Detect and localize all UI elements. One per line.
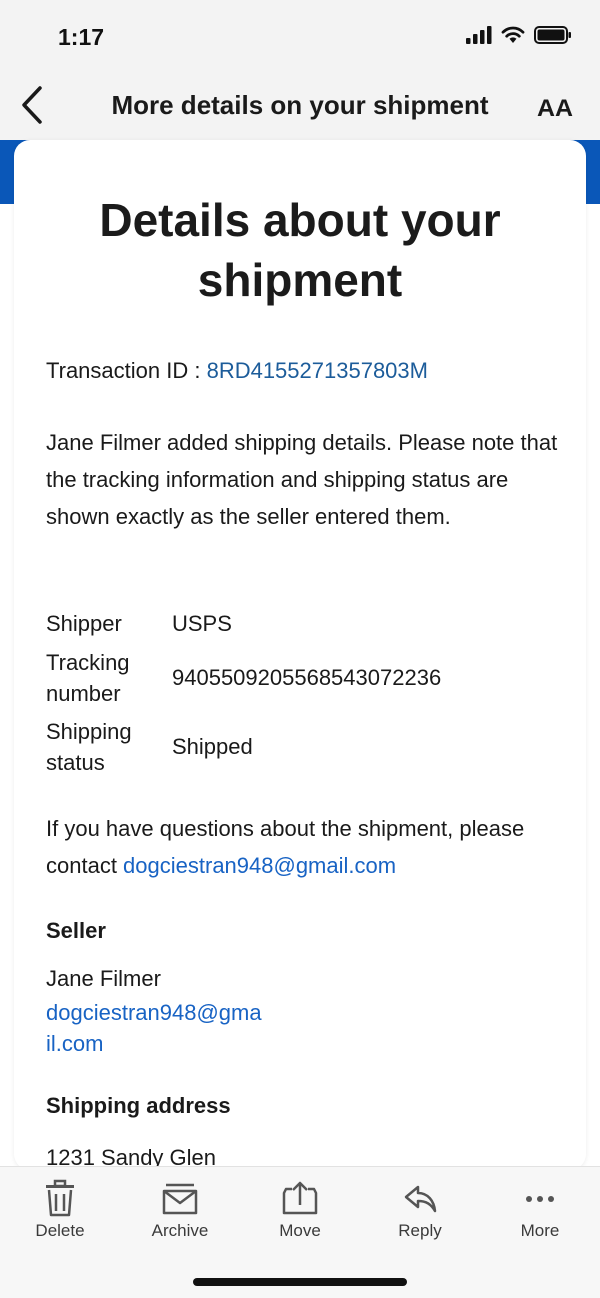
delete-label: Delete (35, 1221, 85, 1240)
cellular-signal-icon (466, 26, 492, 44)
archive-label: Archive (151, 1221, 209, 1240)
battery-icon (534, 26, 571, 44)
text-size-icon: AA (537, 95, 573, 122)
shipper-value: USPS (172, 611, 232, 636)
wifi-icon (501, 26, 525, 43)
seller-name: Jane Filmer (46, 966, 161, 991)
home-indicator[interactable] (193, 1278, 407, 1286)
shipping-address-heading: Shipping address (46, 1093, 231, 1118)
reply-icon (404, 1185, 437, 1213)
archive-button[interactable]: Archive (125, 1179, 235, 1241)
transaction-label: Transaction ID : (46, 358, 207, 383)
seller-email-link[interactable]: dogciestran948@gmail.com (46, 997, 266, 1059)
page-title: More details on your shipment (111, 90, 489, 120)
back-button[interactable] (16, 84, 52, 126)
shipper-label: Shipper (46, 611, 122, 636)
tracking-number-label: Tracking number (46, 650, 130, 706)
contact-text: If you have questions about the shipment… (46, 810, 566, 884)
more-options-icon (526, 1196, 554, 1202)
reply-button[interactable]: Reply (365, 1179, 475, 1241)
move-button[interactable]: Move (245, 1179, 355, 1241)
reply-label: Reply (398, 1221, 442, 1240)
archive-icon (162, 1183, 198, 1215)
more-button[interactable]: More (485, 1179, 595, 1241)
status-bar: 1:17 (0, 0, 600, 70)
status-icons (466, 26, 572, 44)
card-heading: Details about your shipment (40, 190, 560, 310)
trash-icon (46, 1179, 74, 1217)
more-label: More (520, 1221, 560, 1240)
delete-button[interactable]: Delete (5, 1179, 115, 1241)
contact-email-link[interactable]: dogciestran948@gmail.com (123, 853, 396, 878)
navigation-bar: More details on your shipment AA (0, 70, 600, 140)
shipping-status-label: Shipping status (46, 719, 132, 775)
transaction-id-link[interactable]: 8RD4155271357803M (207, 358, 428, 383)
shipping-status-value: Shipped (172, 734, 253, 759)
seller-heading: Seller (46, 918, 106, 943)
chevron-left-icon (22, 86, 42, 124)
move-label: Move (279, 1221, 321, 1240)
shipping-intro-text: Jane Filmer added shipping details. Plea… (46, 430, 558, 529)
transaction-row: Transaction ID : 8RD4155271357803M (46, 358, 428, 384)
text-size-label: AA (537, 95, 573, 122)
card-heading-line-1: Details about your (99, 194, 501, 246)
status-time: 1:17 (58, 24, 105, 50)
bottom-toolbar: Delete Archive Move Reply More (0, 1166, 600, 1298)
text-size-button[interactable]: AA (536, 90, 576, 122)
move-icon (282, 1181, 318, 1215)
tracking-number-value: 9405509205568543072236 (172, 665, 442, 690)
card-heading-line-2: shipment (197, 254, 403, 306)
